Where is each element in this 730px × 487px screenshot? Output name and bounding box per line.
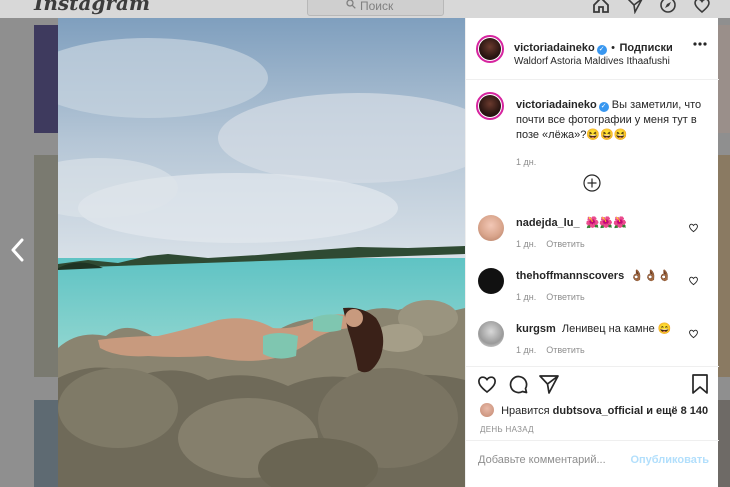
feed-tile xyxy=(34,155,58,377)
explore-icon[interactable] xyxy=(659,0,677,14)
commenter-avatar[interactable] xyxy=(478,321,504,347)
likes-summary[interactable]: Нравится dubtsova_official и ещё 8 140 xyxy=(480,403,708,417)
direct-icon[interactable] xyxy=(626,0,644,14)
comment-text: 👌🏾👌🏾👌🏾 xyxy=(630,270,672,282)
search-icon xyxy=(346,0,356,17)
publish-button[interactable]: Опубликовать xyxy=(630,454,709,466)
post-timestamp: ДЕНЬ НАЗАД xyxy=(480,425,534,434)
comment-time: 1 дн. xyxy=(516,345,537,355)
feed-tile xyxy=(34,400,58,487)
liker-avatar xyxy=(480,403,494,417)
activity-icon[interactable] xyxy=(693,0,711,14)
more-options-icon[interactable] xyxy=(693,42,707,46)
post-location[interactable]: Waldorf Astoria Maldives Ithaafushi xyxy=(514,56,694,67)
search-input[interactable]: Поиск xyxy=(307,0,444,16)
commenter-username[interactable]: nadejda_lu_ xyxy=(516,217,580,229)
caption-author-avatar[interactable] xyxy=(476,92,504,120)
likes-username[interactable]: dubtsova_official xyxy=(553,405,643,417)
post-details-panel: victoriadaineko ✓ • Подписки Waldorf Asto… xyxy=(465,18,719,487)
commenter-username[interactable]: kurgsm xyxy=(516,323,556,335)
post-photo[interactable] xyxy=(58,18,465,487)
previous-post-arrow-icon[interactable] xyxy=(8,236,28,264)
commenter-avatar[interactable] xyxy=(478,268,504,294)
caption-timestamp: 1 дн. xyxy=(516,157,537,167)
save-bookmark-icon[interactable] xyxy=(689,373,711,395)
home-icon[interactable] xyxy=(592,0,610,14)
feed-tile xyxy=(718,400,730,487)
author-avatar[interactable] xyxy=(476,35,504,63)
like-comment-heart-icon[interactable] xyxy=(688,275,699,286)
like-heart-icon[interactable] xyxy=(476,373,498,395)
reply-button[interactable]: Ответить xyxy=(546,292,584,302)
feed-tile xyxy=(34,25,58,133)
comment-text: Ленивец на камне 😄 xyxy=(561,323,672,335)
comment-icon[interactable] xyxy=(507,373,529,395)
top-navigation-bar: Instagram Поиск xyxy=(0,0,730,18)
comment-item: nadejda_lu_ 🌺🌺🌺 1 дн. Ответить xyxy=(466,215,719,265)
comment-time: 1 дн. xyxy=(516,292,537,302)
commenter-username[interactable]: thehoffmannscovers xyxy=(516,270,624,282)
author-username[interactable]: victoriadaineko xyxy=(514,42,595,54)
commenter-avatar[interactable] xyxy=(478,215,504,241)
comment-input[interactable]: Добавьте комментарий... xyxy=(478,454,606,466)
feed-tile xyxy=(718,155,730,377)
verified-badge-icon: ✓ xyxy=(596,45,607,55)
share-icon[interactable] xyxy=(538,373,560,395)
verified-badge-icon: ✓ xyxy=(598,102,609,112)
comment-item: thehoffmannscovers 👌🏾👌🏾👌🏾 1 дн. Ответить xyxy=(466,268,719,318)
caption-username[interactable]: victoriadaineko xyxy=(516,99,597,111)
search-placeholder: Поиск xyxy=(360,0,394,13)
feed-tile xyxy=(718,25,730,133)
follow-separator: • xyxy=(611,42,616,54)
post-header: victoriadaineko ✓ • Подписки Waldorf Asto… xyxy=(466,18,719,80)
instagram-logo[interactable]: Instagram xyxy=(34,0,150,15)
following-button[interactable]: Подписки xyxy=(619,42,672,54)
reply-button[interactable]: Ответить xyxy=(546,239,584,249)
post-caption: victoriadaineko ✓ Вы заметили, что почти … xyxy=(516,98,711,170)
comment-item: kurgsm Ленивец на камне 😄 1 дн. Ответить xyxy=(466,321,719,371)
comment-composer: Добавьте комментарий... Опубликовать xyxy=(466,440,719,487)
likes-count[interactable]: и ещё 8 140 xyxy=(646,405,708,417)
comment-time: 1 дн. xyxy=(516,239,537,249)
comment-text: 🌺🌺🌺 xyxy=(585,217,627,229)
reply-button[interactable]: Ответить xyxy=(546,345,584,355)
like-comment-heart-icon[interactable] xyxy=(688,328,699,339)
likes-prefix: Нравится xyxy=(501,405,550,417)
load-more-comments-icon[interactable] xyxy=(582,173,602,193)
like-comment-heart-icon[interactable] xyxy=(688,222,699,233)
